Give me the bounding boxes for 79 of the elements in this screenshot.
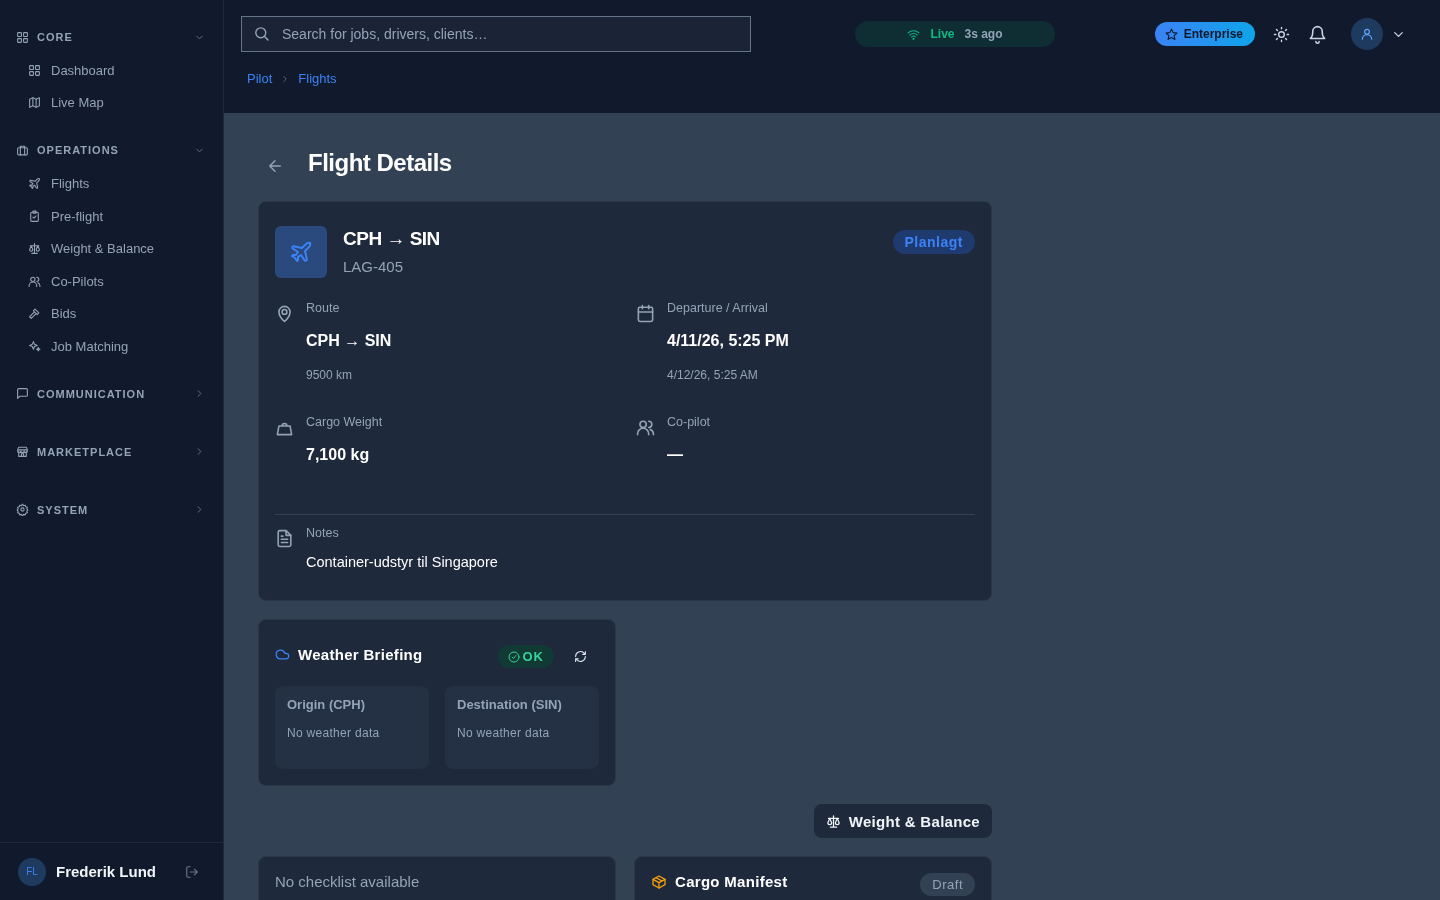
cloud-icon — [275, 646, 290, 662]
user-name: Frederik Lund — [56, 863, 157, 880]
nav-item[interactable]: Job Matching — [28, 330, 207, 363]
flight-route: CPH → SIN — [343, 228, 441, 250]
location-pin-icon — [275, 304, 294, 323]
status-badge: Draft — [920, 873, 975, 896]
field-label: Route — [306, 301, 341, 315]
notes-text: Container-udstyr til Singapore — [306, 554, 498, 570]
status-badge: OK — [497, 645, 554, 668]
station-text: No weather data — [457, 726, 551, 740]
plane-icon — [28, 177, 41, 190]
nav-item[interactable]: Weight & Balance — [28, 232, 207, 265]
card-title: Cargo Manifest — [675, 873, 789, 890]
field-value: CPH → SIN — [306, 332, 392, 350]
field-label: Cargo Weight — [306, 415, 383, 429]
check-circle-icon — [507, 650, 520, 663]
breadcrumb-link[interactable]: Pilot — [247, 71, 273, 86]
weight-balance-button[interactable]: Weight & Balance — [813, 804, 992, 838]
calendar-icon — [636, 304, 655, 323]
nav-group-header[interactable]: CORE — [16, 20, 207, 54]
users-icon — [636, 418, 655, 437]
status-badge: Planlagt — [892, 230, 975, 254]
notifications-icon[interactable] — [1308, 24, 1327, 44]
scale-icon — [825, 813, 841, 829]
nav-item[interactable]: Bids — [28, 297, 207, 331]
field-detail: 4/12/26, 5:25 AM — [667, 368, 759, 382]
settings-icon — [16, 503, 29, 517]
field-value: 4/11/26, 5:25 PM — [667, 332, 789, 350]
grid-icon — [16, 30, 29, 44]
field-label: Departure / Arrival — [667, 301, 769, 315]
wifi-icon — [907, 27, 921, 41]
clipboard-icon — [28, 209, 41, 223]
nav-group-header[interactable]: SYSTEM — [16, 492, 207, 527]
refresh-icon[interactable] — [574, 650, 587, 663]
chat-icon — [16, 387, 29, 401]
plan-badge: Enterprise — [1154, 22, 1255, 46]
sun-icon[interactable] — [1273, 25, 1290, 43]
search-field[interactable]: Search for jobs, drivers, clients… — [241, 16, 751, 52]
map-icon — [28, 96, 41, 110]
field-value: 7,100 kg — [306, 446, 371, 464]
empty-message: No checklist available — [275, 873, 421, 890]
station-label: Origin (CPH) — [287, 697, 366, 712]
nav-group-header[interactable]: OPERATIONS — [16, 133, 207, 168]
nav-group-header[interactable]: MARKETPLACE — [16, 434, 207, 469]
search-icon — [253, 25, 270, 42]
field-value: — — [667, 446, 684, 464]
users-icon — [28, 274, 41, 288]
nav-item[interactable]: Dashboard — [28, 54, 207, 87]
grid-icon — [28, 63, 41, 77]
back-arrow-icon[interactable] — [266, 157, 284, 175]
box-icon — [651, 874, 667, 890]
page-title: Flight Details — [308, 149, 452, 177]
briefcase-icon — [16, 143, 29, 157]
live-label: Live — [930, 27, 955, 41]
scale-icon — [28, 242, 41, 256]
nav-item[interactable]: Co-Pilots — [28, 264, 207, 298]
logout-icon[interactable] — [185, 864, 199, 879]
gavel-icon — [28, 307, 41, 321]
plane-icon — [289, 240, 313, 264]
nav-item[interactable]: Pre-flight — [28, 199, 207, 233]
field-detail: 9500 km — [306, 368, 354, 382]
station-label: Destination (SIN) — [457, 697, 563, 712]
card-title: Weather Briefing — [298, 645, 424, 663]
star-icon — [1164, 27, 1178, 41]
live-age: 3s ago — [964, 27, 1003, 41]
flight-code: LAG-405 — [343, 258, 405, 275]
field-label: Notes — [306, 526, 340, 540]
station-text: No weather data — [287, 726, 381, 740]
nav-group-header[interactable]: COMMUNICATION — [16, 376, 207, 411]
field-label: Co-pilot — [667, 415, 711, 429]
store-icon — [16, 445, 29, 459]
avatar: FL — [18, 857, 46, 886]
nav-item[interactable]: Live Map — [28, 86, 207, 120]
nav-item[interactable]: Flights — [28, 167, 207, 200]
breadcrumb-link[interactable]: Flights — [298, 71, 337, 86]
user-avatar-button[interactable] — [1351, 18, 1383, 50]
sparkles-icon — [28, 339, 41, 353]
document-icon — [275, 529, 294, 548]
user-icon — [1360, 27, 1374, 41]
